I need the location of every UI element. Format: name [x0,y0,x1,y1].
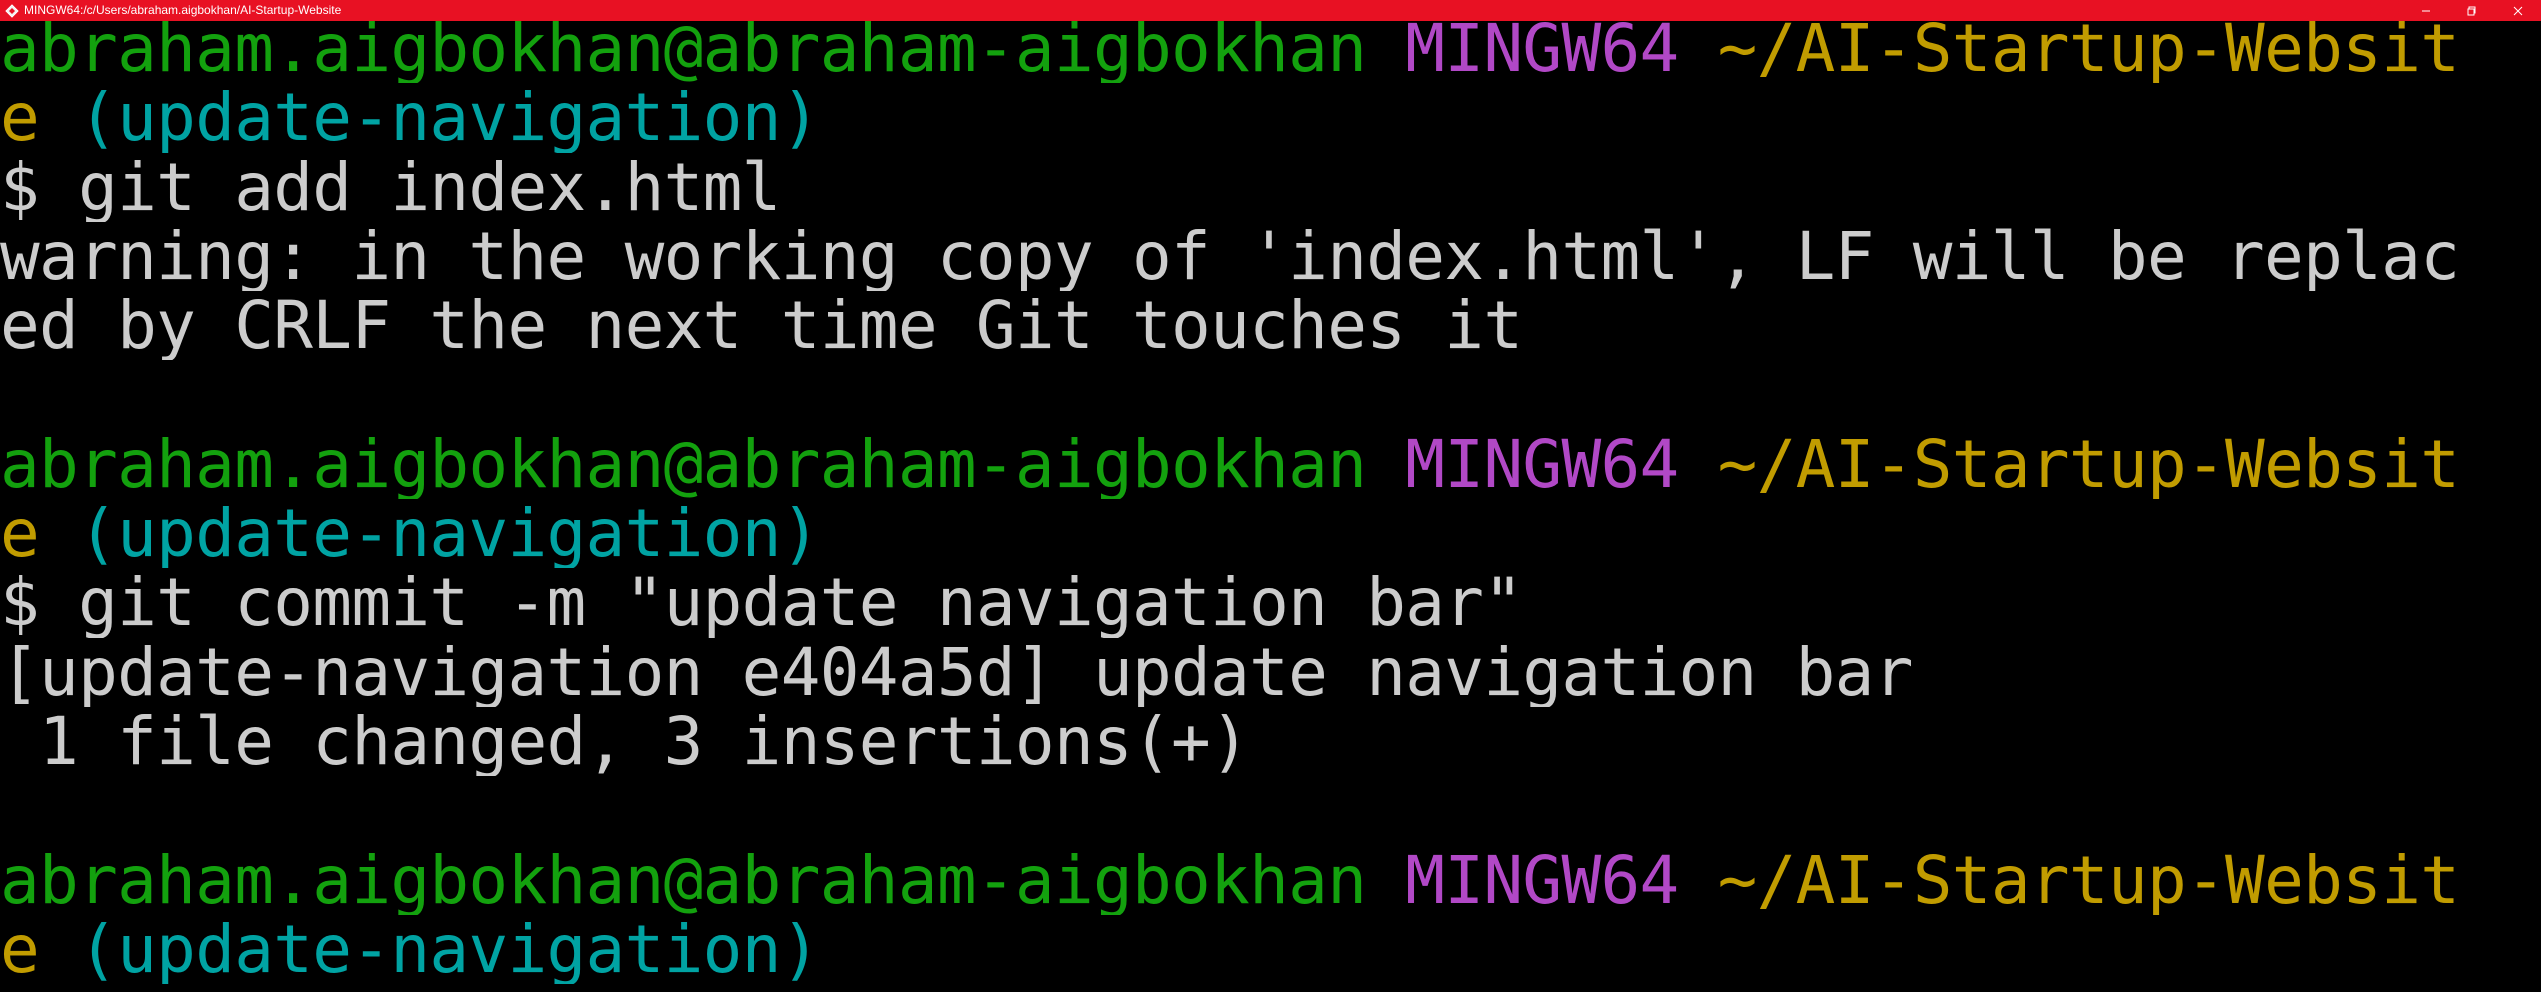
prompt-line: abraham.aigbokhan@abraham-aigbokhan MING… [0,14,2541,83]
prompt-user: abraham.aigbokhan@abraham-aigbokhan [0,845,1367,915]
output-line: ed by CRLF the next time Git touches it [0,291,1523,361]
prompt-line: abraham.aigbokhan@abraham-aigbokhan MING… [0,846,2541,915]
prompt-path: ~/AI-Startup-Websit [1717,429,2460,500]
prompt-branch: (update-navigation) [78,914,820,985]
prompt-path: ~/AI-Startup-Websit [1717,14,2460,84]
prompt-system: MINGW64 [1405,845,1679,915]
prompt-path: e [0,914,40,985]
prompt-branch: (update-navigation) [78,83,820,153]
prompt-line: e (update-navigation) [0,499,2541,568]
prompt-line: e (update-navigation) [0,915,2541,984]
prompt-path: e [0,83,40,153]
prompt-user: abraham.aigbokhan@abraham-aigbokhan [0,429,1367,500]
command-line: $ git add index.html [0,152,781,222]
terminal-output[interactable]: abraham.aigbokhan@abraham-aigbokhan MING… [0,14,2541,992]
command-line: $ git commit -m "update navigation bar" [0,568,1523,638]
prompt-line: e (update-navigation) [0,83,2541,152]
prompt-path: e [0,499,40,569]
prompt-system: MINGW64 [1405,429,1679,500]
prompt-system: MINGW64 [1405,14,1679,84]
prompt-branch: (update-navigation) [78,499,820,569]
output-line: warning: in the working copy of 'index.h… [0,221,2460,292]
prompt-user: abraham.aigbokhan@abraham-aigbokhan [0,14,1367,84]
terminal-window: MINGW64:/c/Users/abraham.aigbokhan/AI-St… [0,0,2541,992]
prompt-line: abraham.aigbokhan@abraham-aigbokhan MING… [0,430,2541,499]
prompt-path: ~/AI-Startup-Websit [1717,845,2460,915]
output-line: [update-navigation e404a5d] update navig… [0,637,1913,707]
output-line: 1 file changed, 3 insertions(+) [0,706,1250,777]
